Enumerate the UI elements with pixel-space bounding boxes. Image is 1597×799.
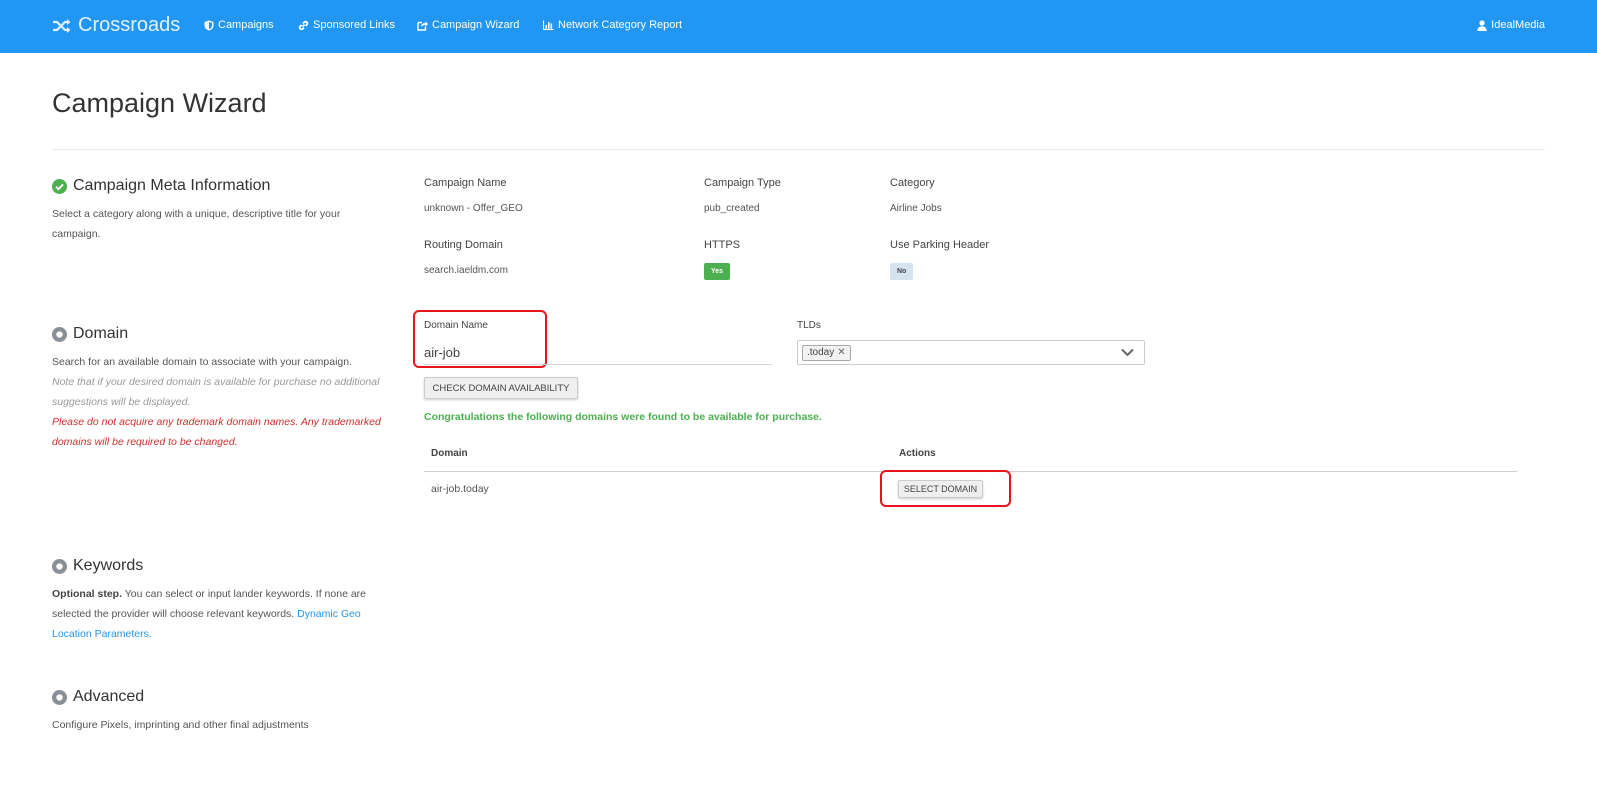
section-keywords-description: Optional step. You can select or input l… xyxy=(52,584,372,644)
nav-item-sponsored-links[interactable]: Sponsored Links xyxy=(298,19,395,31)
campaign-name-label: Campaign Name xyxy=(424,177,507,189)
user-menu[interactable]: IdealMedia xyxy=(1477,19,1545,31)
campaign-type-label: Campaign Type xyxy=(704,177,781,189)
optional-step-label: Optional step. xyxy=(52,588,123,600)
select-domain-button[interactable]: SELECT DOMAIN xyxy=(898,480,983,498)
top-navbar: Crossroads Campaigns Sponsored Links Cam… xyxy=(0,0,1597,53)
campaign-type-value: pub_created xyxy=(704,203,760,214)
user-name: IdealMedia xyxy=(1491,19,1545,31)
domain-name-input[interactable] xyxy=(424,341,772,365)
https-label: HTTPS xyxy=(704,239,741,251)
shield-icon xyxy=(204,20,214,30)
title-divider xyxy=(52,149,1545,150)
dot-circle-icon xyxy=(52,558,67,574)
campaign-name-value: unknown - Offer_GEO xyxy=(424,203,523,214)
remove-tag-icon[interactable]: ✕ xyxy=(837,346,845,360)
section-meta-heading: Campaign Meta Information xyxy=(52,177,270,195)
section-advanced-heading: Advanced xyxy=(52,688,144,706)
brand-name: Crossroads xyxy=(78,14,181,36)
nav-item-label: Sponsored Links xyxy=(313,19,395,31)
nav-item-network-category-report[interactable]: Network Category Report xyxy=(543,19,682,31)
page-title: Campaign Wizard xyxy=(52,88,267,118)
user-icon xyxy=(1477,19,1487,31)
domain-note-text: Note that if your desired domain is avai… xyxy=(52,376,380,408)
dot-circle-icon xyxy=(52,326,67,342)
share-square-icon xyxy=(417,20,428,31)
section-domain-heading: Domain xyxy=(52,325,128,343)
tlds-select[interactable]: .today ✕ xyxy=(797,340,1145,365)
section-domain-description: Search for an available domain to associ… xyxy=(52,352,397,452)
tld-tag-label: .today xyxy=(807,347,835,358)
domain-name-label: Domain Name xyxy=(424,320,488,331)
tlds-label: TLDs xyxy=(797,320,821,331)
brand[interactable]: Crossroads xyxy=(52,14,180,37)
section-advanced-title: Advanced xyxy=(73,688,145,705)
chevron-down-icon[interactable] xyxy=(1121,348,1134,357)
section-meta-title: Campaign Meta Information xyxy=(73,177,271,194)
nav-item-label: Campaign Wizard xyxy=(432,19,520,31)
section-advanced-description: Configure Pixels, imprinting and other f… xyxy=(52,719,309,731)
domain-warning-text: Please do not acquire any trademark doma… xyxy=(52,416,381,448)
table-cell-domain: air-job.today xyxy=(431,483,489,495)
parking-header-label: Use Parking Header xyxy=(890,239,990,251)
parking-header-status-badge: No xyxy=(890,263,914,280)
check-circle-icon xyxy=(52,178,67,194)
nav-item-label: Campaigns xyxy=(218,19,274,31)
bar-chart-icon xyxy=(543,20,554,30)
section-keywords-title: Keywords xyxy=(73,557,144,574)
column-header-domain: Domain xyxy=(431,448,468,459)
nav-item-label: Network Category Report xyxy=(558,19,683,31)
column-header-actions: Actions xyxy=(899,448,936,459)
random-icon xyxy=(53,18,71,33)
category-label: Category xyxy=(890,177,935,189)
routing-domain-value: search.iaeldm.com xyxy=(424,265,508,276)
section-domain-title: Domain xyxy=(73,325,129,342)
https-status-badge: Yes xyxy=(704,263,731,280)
section-meta-description: Select a category along with a unique, d… xyxy=(52,208,341,240)
category-value: Airline Jobs xyxy=(890,203,942,214)
routing-domain-label: Routing Domain xyxy=(424,239,503,251)
nav-item-campaigns[interactable]: Campaigns xyxy=(204,19,274,31)
nav-item-campaign-wizard[interactable]: Campaign Wizard xyxy=(417,19,519,31)
section-keywords-heading: Keywords xyxy=(52,557,143,575)
domain-description-text: Search for an available domain to associ… xyxy=(52,356,352,368)
link-icon xyxy=(298,20,309,30)
check-domain-availability-button[interactable]: CHECK DOMAIN AVAILABILITY xyxy=(424,377,578,399)
tld-tag: .today ✕ xyxy=(802,345,851,361)
availability-success-message: Congratulations the following domains we… xyxy=(424,411,822,423)
dot-circle-icon xyxy=(52,689,67,705)
